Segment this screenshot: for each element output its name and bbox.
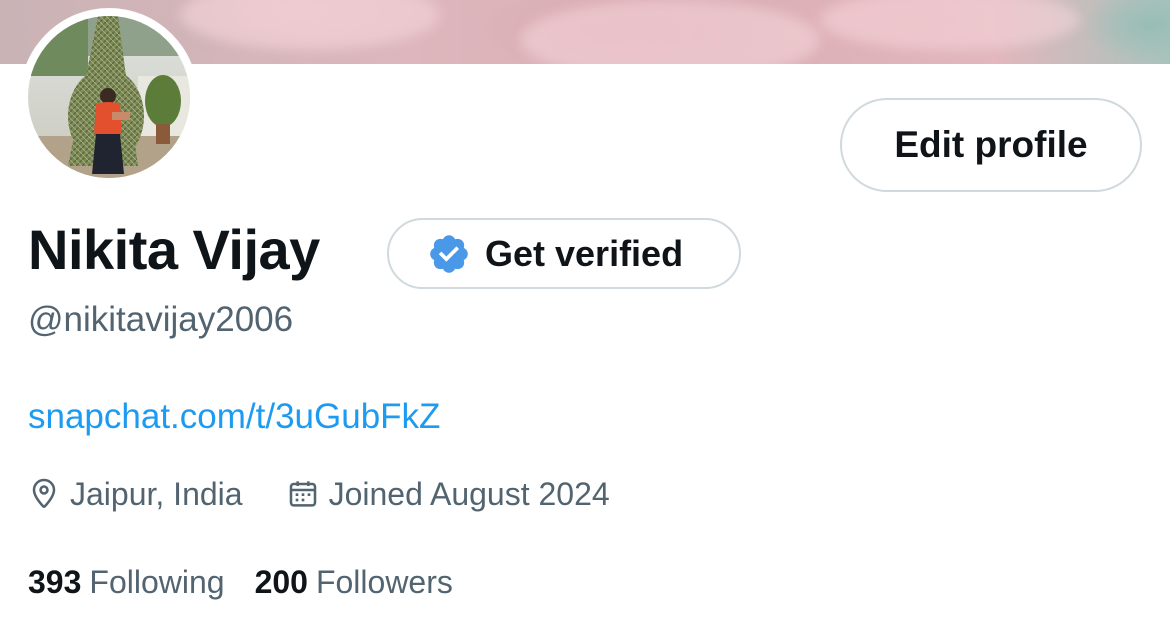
- verified-badge-icon: [430, 234, 468, 273]
- get-verified-label: Get verified: [485, 232, 684, 274]
- following-count: 393: [28, 563, 82, 600]
- profile-page: Edit profile Nikita Vijay Get verified @…: [0, 0, 1170, 628]
- get-verified-button[interactable]: Get verified: [387, 218, 741, 289]
- edit-profile-button[interactable]: Edit profile: [840, 98, 1142, 192]
- followers-link[interactable]: 200 Followers: [255, 564, 453, 601]
- followers-label: Followers: [315, 563, 453, 600]
- location-pin-icon: [32, 478, 56, 508]
- joined-item: Joined August 2024: [287, 476, 610, 513]
- following-link[interactable]: 393 Following: [28, 564, 225, 601]
- location-item: Jaipur, India: [28, 476, 243, 513]
- display-name: Nikita Vijay: [28, 218, 320, 281]
- location-text: Jaipur, India: [70, 475, 243, 512]
- profile-meta: Jaipur, India Joined August 2024: [28, 472, 610, 516]
- follow-stats: 393 Following 200 Followers: [28, 560, 453, 604]
- calendar-icon: [289, 481, 316, 507]
- joined-text: Joined August 2024: [328, 475, 610, 512]
- followers-count: 200: [254, 563, 308, 600]
- website-link[interactable]: snapchat.com/t/3uGubFkZ: [28, 394, 440, 440]
- user-handle: @nikitavijay2006: [28, 300, 294, 339]
- avatar[interactable]: [28, 16, 190, 178]
- avatar-photo: [28, 16, 190, 178]
- following-label: Following: [89, 563, 225, 600]
